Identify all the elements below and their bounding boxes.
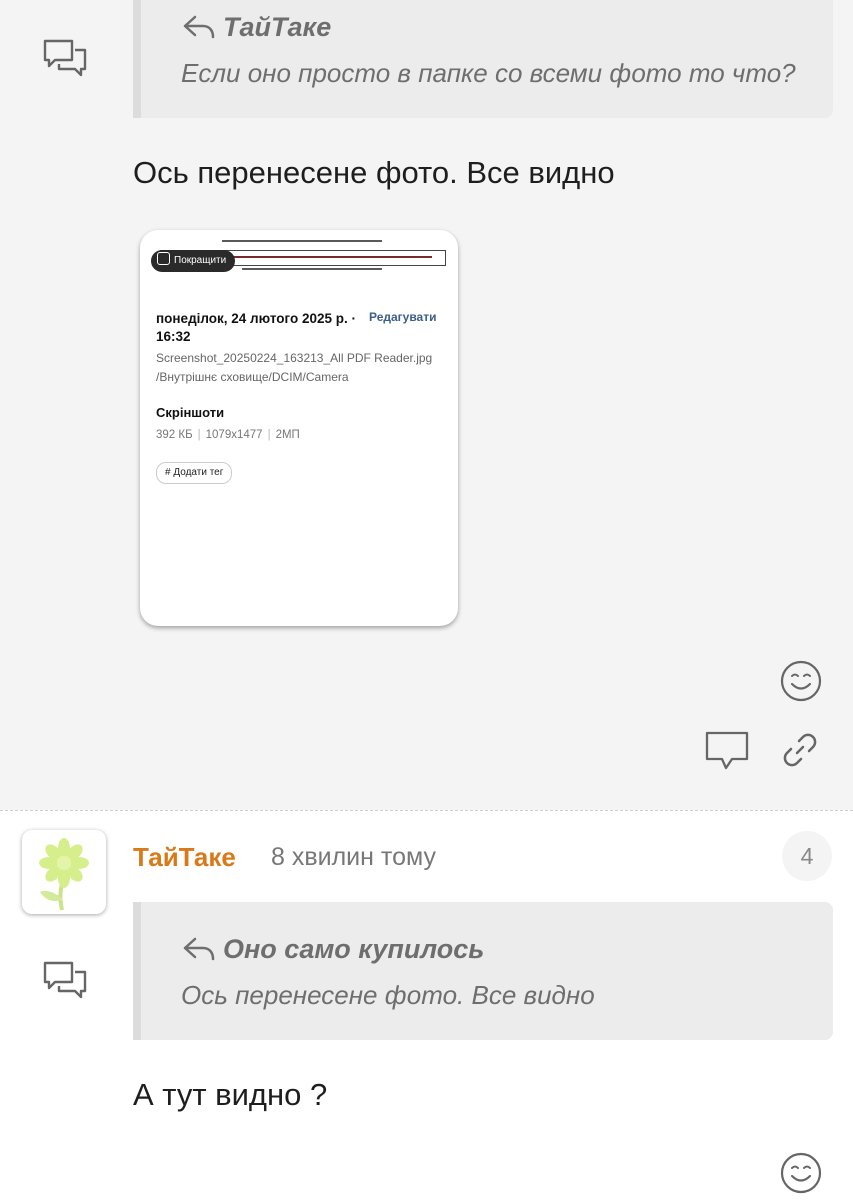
sparkle-icon [157,252,170,265]
quote-block[interactable]: ТайТаке Если оно просто в папке со всеми… [133,0,833,118]
comment-icon[interactable] [704,730,750,772]
file-meta: 392 КБ | 1079x1477 | 2МП [156,429,300,441]
album-name: Скріншоти [156,405,225,420]
file-size: 392 КБ [156,429,193,441]
quote-author: ТайТаке [181,12,331,43]
quote-author-name: ТайТаке [223,12,332,42]
enhance-label: Покращити [174,255,227,266]
flower-avatar-icon [39,838,89,911]
file-megapixels: 2МП [275,429,300,441]
file-resolution: 1079x1477 [205,429,263,441]
smile-icon[interactable] [780,1152,822,1194]
edit-link[interactable]: Редагувати [369,310,437,324]
link-icon[interactable] [782,732,818,768]
add-tag-button[interactable]: # Додати тег [156,462,233,484]
avatar[interactable] [22,830,106,914]
quote-text: Ось перенесене фото. Все видно [181,980,595,1010]
chat-icon[interactable] [42,38,88,78]
post-time[interactable]: 8 хвилин тому [271,843,436,872]
file-name: Screenshot_20250224_163213_All PDF Reade… [156,351,433,365]
quote-block[interactable]: Оно само купилось Ось перенесене фото. В… [133,902,833,1040]
message-text: А тут видно ? [133,1077,328,1112]
post-1: ТайТаке Если оно просто в папке со всеми… [0,0,853,810]
photo-date: понеділок, 24 лютого 2025 р. · 16:32 [156,311,356,344]
message-text: Ось перенесене фото. Все видно [133,155,615,190]
file-path: /Внутрішнє сховище/DCIM/Camera [156,370,349,384]
post-divider [0,810,853,811]
chat-icon[interactable] [42,960,88,1000]
quote-author-name: Оно само купилось [223,934,485,964]
reply-arrow-icon [183,937,215,961]
quote-author: Оно само купилось [181,934,484,965]
post-number-badge[interactable]: 4 [782,831,832,881]
smile-icon[interactable] [780,660,822,702]
author-name[interactable]: ТайТаке [133,842,236,873]
quote-text: Если оно просто в папке со всеми фото то… [181,58,796,88]
enhance-button[interactable]: Покращити [151,250,236,272]
reply-arrow-icon [183,15,215,39]
photo-attachment[interactable]: Покращити понеділок, 24 лютого 2025 р. ·… [140,230,458,626]
